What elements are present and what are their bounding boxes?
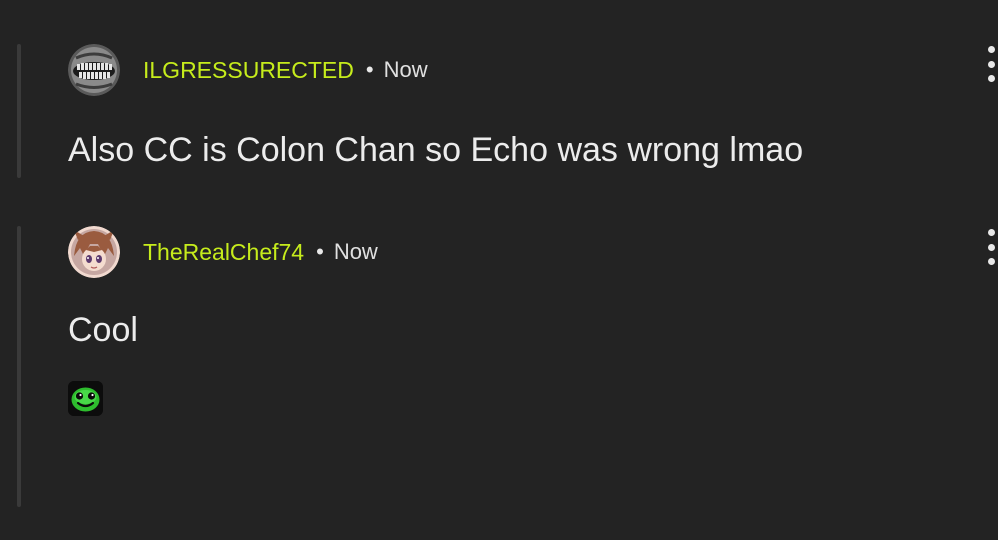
comment-header: TheRealChef74 • Now [68,226,998,278]
grinning-monster-avatar-icon[interactable] [68,44,120,96]
comment: TheRealChef74 • Now Cool [68,226,998,350]
comment-text: Also CC is Colon Chan so Echo was wrong … [68,131,804,169]
thread-line[interactable] [17,44,21,178]
more-options-icon[interactable] [984,229,998,265]
separator-dot: • [316,239,324,264]
comment-text: Cool [68,311,138,349]
comment-timestamp: Now [333,239,378,264]
comment-username[interactable]: ILGRESSURECTED [143,57,354,84]
comment-header: ILGRESSURECTED • Now [68,44,998,96]
more-options-icon[interactable] [984,46,998,82]
comment-thread: ILGRESSURECTED • Now Also CC is Colon Ch… [0,0,998,540]
green-smiley-cube-icon [68,381,103,416]
anime-girl-avatar-icon[interactable] [68,226,120,278]
separator-dot: • [365,57,374,82]
comment-timestamp: Now [383,57,428,82]
thread-line[interactable] [17,226,21,507]
comment-username[interactable]: TheRealChef74 [143,239,304,266]
comment: ILGRESSURECTED • Now Also CC is Colon Ch… [68,44,998,170]
